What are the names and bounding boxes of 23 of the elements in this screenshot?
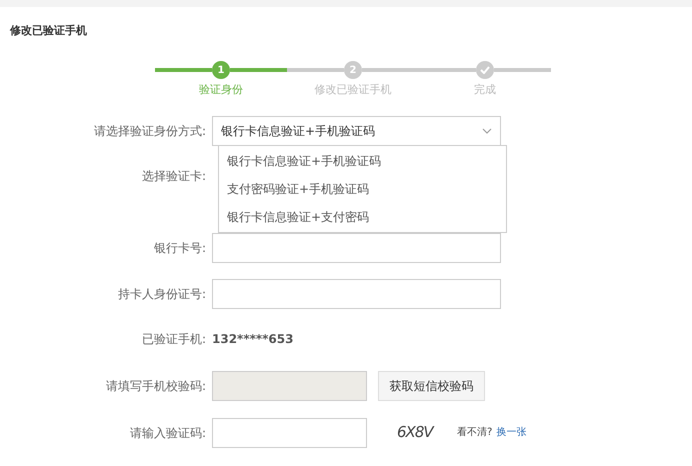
captcha-image: 6X8V [397,422,436,444]
field-label: 请选择验证身份方式: [92,122,207,140]
id-number-field[interactable] [212,278,501,308]
bank-card-field[interactable] [212,232,501,262]
refresh-link[interactable]: 换一张 [496,425,526,440]
field-label: 选择验证卡: [140,168,207,184]
field-label: 银行卡号: [152,240,207,256]
captcha-field[interactable] [212,418,367,448]
step-label: 完成 [474,82,496,98]
dropdown-option[interactable]: 支付密码验证+手机验证码 [219,174,506,202]
check-icon [480,66,490,74]
page-title: 修改已验证手机 [10,23,87,39]
dropdown-option[interactable]: 银行卡信息验证+支付密码 [219,202,506,230]
field-label: 持卡人身份证号: [116,286,207,302]
field-label: 已验证手机: [140,330,207,348]
step-label: 验证身份 [199,82,243,98]
hint-text: 看不清? [457,426,492,440]
dropdown-option[interactable]: 银行卡信息验证+手机验证码 [219,146,506,174]
step-label: 修改已验证手机 [314,82,392,98]
field-label: 请填写手机校验码: [104,378,207,394]
phone-number: 132*****653 [212,330,294,348]
chevron-icon [482,128,492,134]
field-label: 请输入验证码: [128,424,207,442]
